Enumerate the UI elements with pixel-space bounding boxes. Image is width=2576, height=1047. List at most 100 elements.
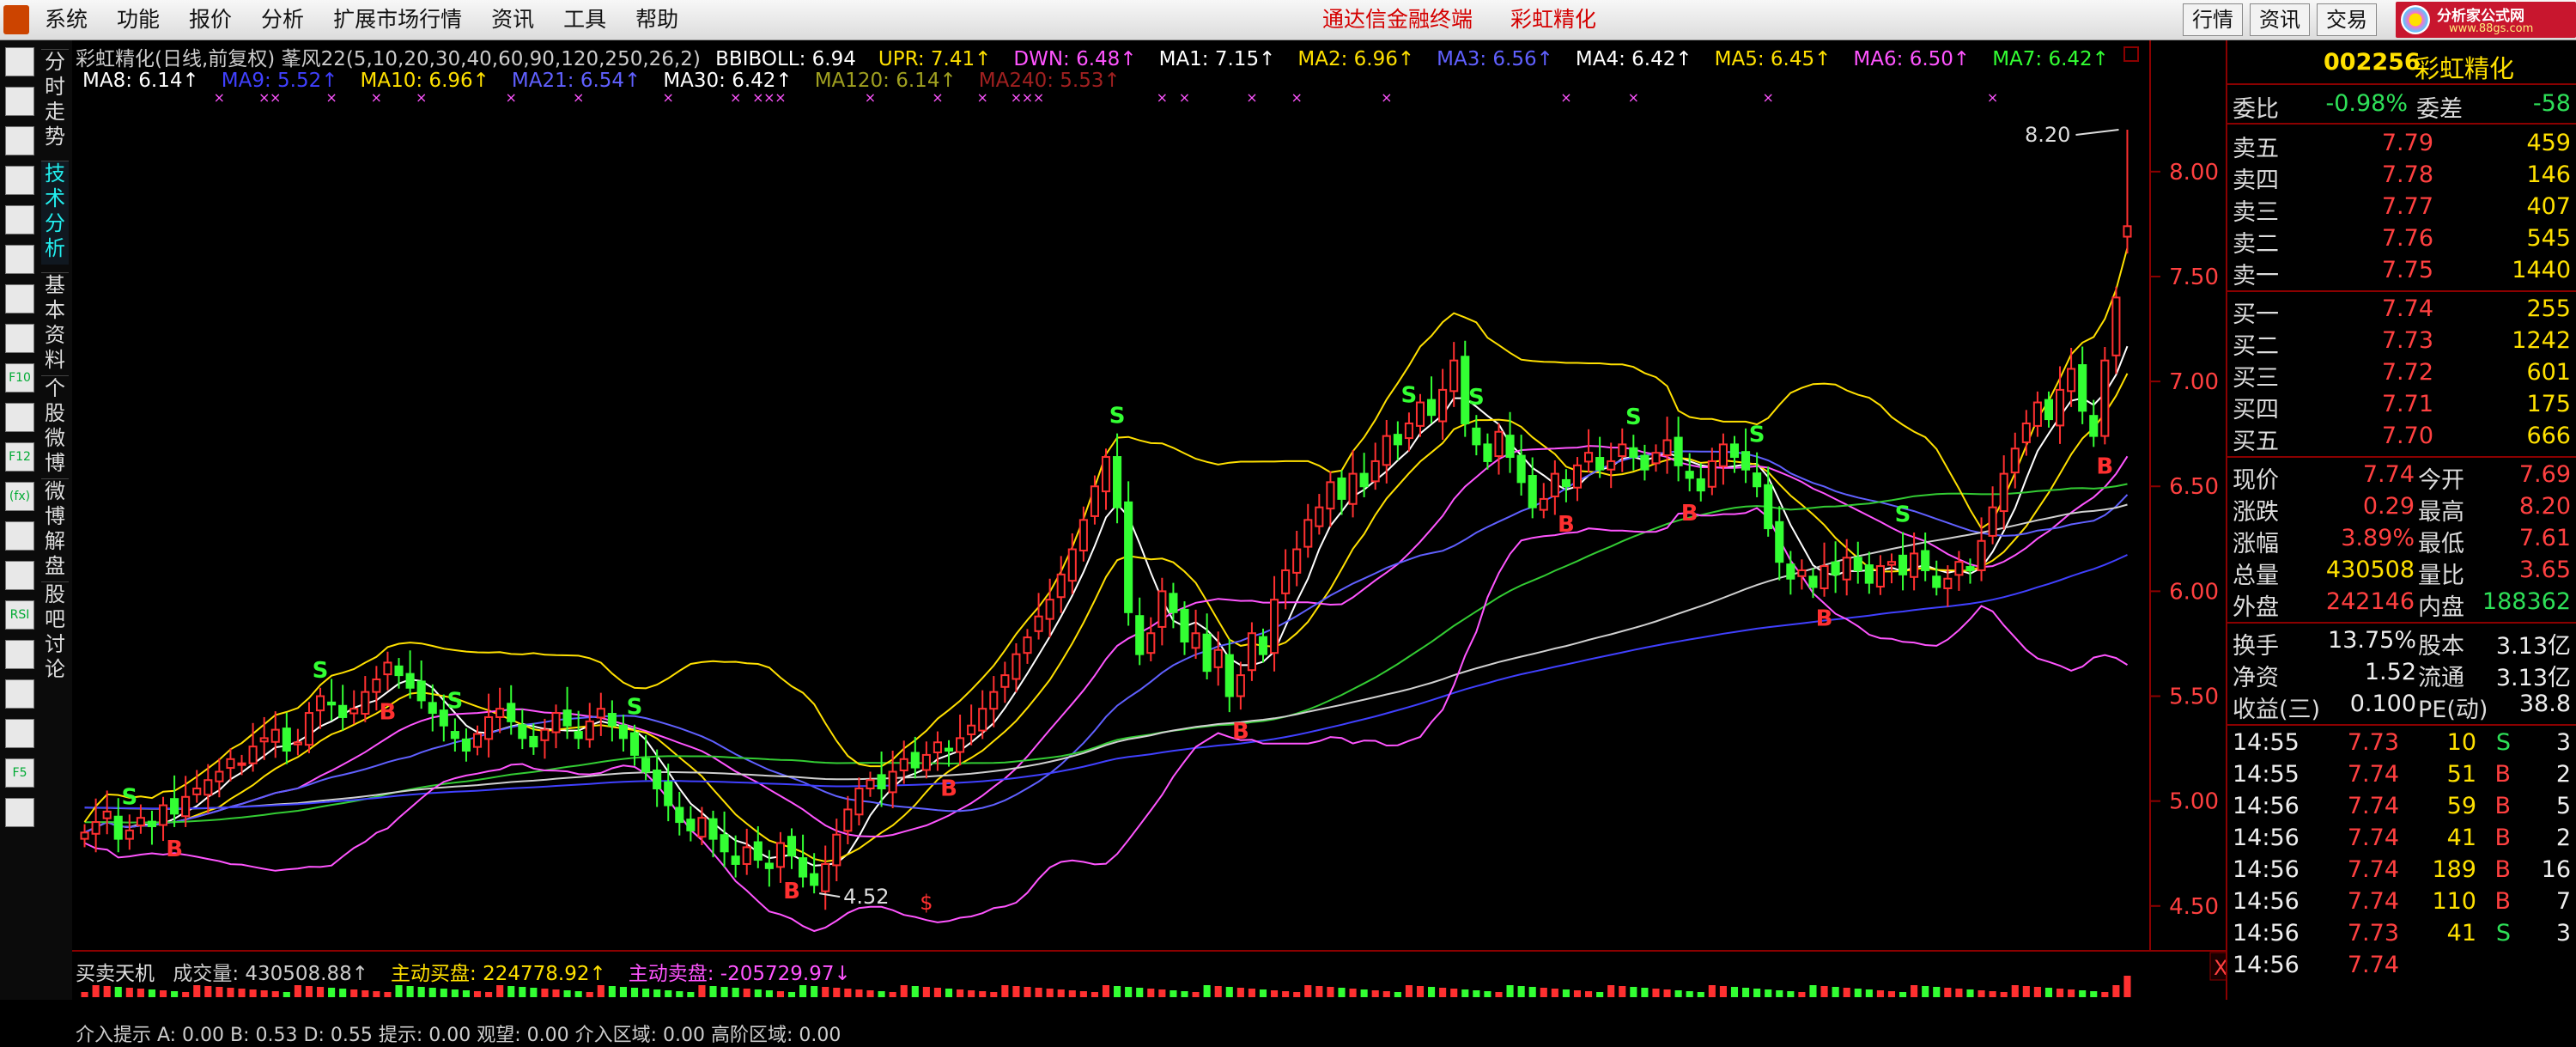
candle-body xyxy=(1292,548,1302,574)
volume-bar xyxy=(103,986,111,997)
divider xyxy=(2227,123,2576,125)
candle-body xyxy=(1696,478,1705,492)
indicator-value: MA6: 6.50↑ xyxy=(1853,48,1971,70)
f5-icon[interactable]: F5 xyxy=(5,758,34,788)
candle-body xyxy=(102,810,112,819)
tick-time: 14:56 xyxy=(2233,856,2300,883)
ma-line-60 xyxy=(84,483,2128,824)
list-icon[interactable] xyxy=(5,324,34,353)
candle-body xyxy=(1247,632,1256,672)
candle-body xyxy=(775,842,785,868)
f12-icon[interactable]: F12 xyxy=(5,442,34,472)
tab-weibo-analysis[interactable]: 微博解盘 xyxy=(41,478,69,578)
y-tick-label: 6.00 xyxy=(2169,579,2219,605)
money-icon[interactable] xyxy=(5,640,34,669)
candle-body xyxy=(147,820,157,827)
back-icon[interactable] xyxy=(5,47,34,76)
volume-bar xyxy=(619,987,627,997)
volume-bar xyxy=(787,992,796,997)
stat-value: 7.61 xyxy=(2518,525,2571,551)
move-icon[interactable] xyxy=(5,679,34,709)
up-arrow-icon[interactable] xyxy=(5,87,34,116)
y-tick-label: 4.50 xyxy=(2169,894,2219,920)
candle-body xyxy=(1202,633,1212,673)
tab-technical[interactable]: 技术分析 xyxy=(41,161,69,265)
menu-function[interactable]: 功能 xyxy=(117,0,160,40)
trade-button[interactable]: 交易 xyxy=(2317,3,2377,36)
volume-bar xyxy=(1158,989,1166,997)
candle-body xyxy=(1629,447,1638,459)
candle-body xyxy=(1572,464,1583,489)
quotes-button[interactable]: 行情 xyxy=(2183,3,2243,36)
volume-bar xyxy=(249,989,257,997)
volume-bar xyxy=(496,985,504,997)
stat-label: 涨跌 xyxy=(2233,499,2279,526)
menu-system[interactable]: 系统 xyxy=(45,0,88,40)
tick-volume: 41 xyxy=(2446,825,2476,851)
bid-volume: 175 xyxy=(2526,391,2571,417)
dividend-marker: $ xyxy=(920,891,933,915)
refresh-icon[interactable] xyxy=(5,798,34,827)
candle-chart-icon[interactable] xyxy=(5,284,34,313)
menu-help[interactable]: 帮助 xyxy=(635,0,678,40)
indicator-value: DWN: 6.48↑ xyxy=(1013,48,1137,70)
rsi-icon[interactable]: RSI xyxy=(5,600,34,630)
buy-signal: B xyxy=(940,776,957,802)
candle-body xyxy=(787,836,797,857)
tab-forum[interactable]: 股吧讨论 xyxy=(41,581,69,681)
tick-volume: 189 xyxy=(2432,856,2476,883)
f10-icon[interactable]: F10 xyxy=(5,363,34,393)
tab-profile[interactable]: 基本资料 xyxy=(41,272,69,372)
volume-bar xyxy=(1349,989,1357,997)
candle-body xyxy=(428,702,437,715)
bid-price: 7.70 xyxy=(2381,423,2433,449)
down-arrow-icon[interactable] xyxy=(5,126,34,155)
candle-body xyxy=(1618,443,1627,458)
grid-icon[interactable] xyxy=(5,205,34,234)
top-marker: × xyxy=(1381,89,1392,106)
kline-chart-area[interactable]: 8.00 7.50 7.00 6.50 6.00 5.50 5.00 4.50 S B S B S S B B… xyxy=(72,40,2226,1046)
candle-body xyxy=(383,661,392,676)
candle-body xyxy=(1965,566,1975,571)
y-tick-label: 7.00 xyxy=(2169,369,2219,395)
candle-body xyxy=(1853,557,1862,571)
candle-body xyxy=(1191,632,1200,649)
candle-body xyxy=(562,709,572,727)
volume-bar xyxy=(1517,986,1525,997)
wave-icon[interactable] xyxy=(5,561,34,590)
menu-news[interactable]: 资讯 xyxy=(491,0,534,40)
volume-bar xyxy=(1596,992,1604,997)
candle-body xyxy=(1775,520,1784,563)
candle-body xyxy=(1146,632,1156,654)
news-button[interactable]: 资讯 xyxy=(2250,3,2310,36)
volume-bar xyxy=(227,988,234,997)
candle-body xyxy=(1258,636,1268,655)
tab-stock-weibo[interactable]: 个股微博 xyxy=(41,375,69,475)
menu-quote[interactable]: 报价 xyxy=(189,0,232,40)
menu-analysis[interactable]: 分析 xyxy=(261,0,304,40)
kline-chart[interactable]: 8.007.507.006.506.005.505.004.50SBSB S SBB… xyxy=(72,40,2226,1000)
menu-tools[interactable]: 工具 xyxy=(563,0,606,40)
tab-intraday[interactable]: 分时走势 xyxy=(41,49,69,153)
app-icon[interactable] xyxy=(3,5,29,34)
stat-value: 188362 xyxy=(2482,588,2571,615)
pencil-icon[interactable] xyxy=(5,719,34,748)
candle-body xyxy=(1674,436,1683,466)
candle-body xyxy=(1516,454,1526,484)
candle-body xyxy=(1370,460,1380,483)
volume-bar xyxy=(1102,985,1110,997)
formula-icon[interactable]: (fx) xyxy=(5,482,34,511)
volume-bar xyxy=(2011,985,2019,997)
volume-bar xyxy=(1371,990,1379,997)
ask-price: 7.78 xyxy=(2381,161,2433,188)
report-icon[interactable] xyxy=(5,166,34,195)
volume-bar xyxy=(855,989,863,997)
stat-value: 242146 xyxy=(2325,588,2415,615)
magnifier-icon[interactable] xyxy=(5,521,34,551)
candle-body xyxy=(1090,485,1099,517)
volume-bar xyxy=(519,987,526,997)
line-chart-icon[interactable] xyxy=(5,245,34,274)
ask-row: 卖四 7.78 146 xyxy=(2227,161,2576,194)
menu-extended-market[interactable]: 扩展市场行情 xyxy=(333,0,462,40)
doc-icon[interactable] xyxy=(5,403,34,432)
